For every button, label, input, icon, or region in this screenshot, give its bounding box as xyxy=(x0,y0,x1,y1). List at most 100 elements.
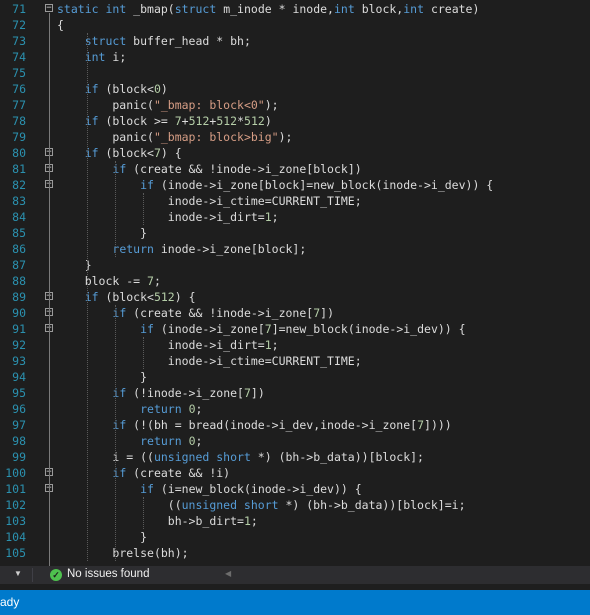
code-token: _bmap xyxy=(126,2,168,16)
code-token: 1 xyxy=(264,210,272,224)
code-line[interactable]: 74 int i; xyxy=(0,49,590,65)
code-token: inode-> xyxy=(57,194,217,208)
code-line[interactable]: 78 if (block >= 7+512+512*512) xyxy=(0,113,590,129)
code-line[interactable]: 72 { xyxy=(0,17,590,33)
code-line[interactable]: 91− if (inode->i_zone[7]=new_block(inode… xyxy=(0,321,590,337)
code-line[interactable]: 73 struct buffer_head * bh; xyxy=(0,33,590,49)
code-line[interactable]: 85 } xyxy=(0,225,590,241)
code-line[interactable]: 97 if (!(bh = bread(inode->i_dev,inode->… xyxy=(0,417,590,433)
code-token: =CURRENT_TIME; xyxy=(264,194,362,208)
code-token: i_zone xyxy=(195,386,238,400)
line-number: 78 xyxy=(12,114,26,128)
line-number: 86 xyxy=(12,242,26,256)
code-line[interactable]: 92 inode->i_dirt=1; xyxy=(0,337,590,353)
code-token: ; xyxy=(153,274,161,288)
code-line[interactable]: 87 } xyxy=(0,257,590,273)
line-number: 82 xyxy=(12,178,26,192)
code-token: ; xyxy=(271,210,279,224)
code-line[interactable]: 103 bh->b_dirt=1; xyxy=(0,513,590,529)
code-token: [block]; xyxy=(250,242,307,256)
code-line[interactable]: 95 if (!inode->i_zone[7]) xyxy=(0,385,590,401)
scope-dropdown-icon[interactable]: ▼ xyxy=(14,569,22,578)
code-line[interactable]: 93 inode->i_ctime=CURRENT_TIME; xyxy=(0,353,590,369)
line-number: 102 xyxy=(5,498,26,512)
code-line[interactable]: 88 block -= 7; xyxy=(0,273,590,289)
code-token: i_zone xyxy=(264,306,307,320)
indent-guide xyxy=(115,161,116,257)
scroll-left-icon[interactable]: ◀ xyxy=(225,569,231,578)
code-line[interactable]: 71 − static int _bmap(struct m_inode * ino… xyxy=(0,1,590,17)
code-line[interactable]: 86 return inode->i_zone[block]; xyxy=(0,241,590,257)
code-line[interactable]: 89− if (block<512) { xyxy=(0,289,590,305)
code-token: unsigned short xyxy=(153,450,251,464)
line-number: 95 xyxy=(12,386,26,400)
code-line[interactable]: 100− if (create && !i) xyxy=(0,465,590,481)
code-text: if (block >= 7+512+512*512) xyxy=(57,113,272,129)
code-token: if xyxy=(140,322,154,336)
code-line[interactable]: 101− if (i=new_block(inode->i_dev)) { xyxy=(0,481,590,497)
code-token: inode-> xyxy=(153,242,210,256)
collapse-icon[interactable]: − xyxy=(45,4,53,13)
code-token: (block< xyxy=(98,290,154,304)
code-token: } xyxy=(57,370,148,384)
code-token: "_bmap: block<0" xyxy=(153,98,265,112)
issues-status-text[interactable]: No issues found xyxy=(67,568,149,580)
code-text: if (inode->i_zone[block]=new_block(inode… xyxy=(57,177,493,193)
line-number: 93 xyxy=(12,354,26,368)
code-token: i; xyxy=(105,50,127,64)
code-token: (inode-> xyxy=(223,418,279,432)
code-token: static xyxy=(57,2,106,16)
code-token: 0 xyxy=(153,82,161,96)
code-line[interactable]: 94 } xyxy=(0,369,590,385)
code-token: ; xyxy=(195,434,203,448)
line-number: 89 xyxy=(12,290,26,304)
code-line[interactable]: 105 brelse(bh); xyxy=(0,545,590,561)
code-token: return xyxy=(112,242,154,256)
code-line[interactable]: 84 inode->i_dirt=1; xyxy=(0,209,590,225)
code-token: ); xyxy=(264,98,279,112)
code-line[interactable]: 104 } xyxy=(0,529,590,545)
code-line[interactable]: 79 panic("_bmap: block>big"); xyxy=(0,129,590,145)
code-token: unsigned short xyxy=(181,498,279,512)
code-token: ) xyxy=(160,82,168,96)
code-token: block, xyxy=(354,2,404,16)
code-line[interactable]: 77 panic("_bmap: block<0"); xyxy=(0,97,590,113)
code-token: ))[block]=i; xyxy=(382,498,466,512)
code-line[interactable]: 96 return 0; xyxy=(0,401,590,417)
code-line[interactable]: 76 if (block<0) xyxy=(0,81,590,97)
code-line[interactable]: 90− if (create && !inode->i_zone[7]) xyxy=(0,305,590,321)
code-token: brelse xyxy=(112,546,154,560)
code-token: i = (( xyxy=(57,450,154,464)
code-token: new_block xyxy=(181,482,244,496)
code-token: new_block xyxy=(285,322,348,336)
code-token: (inode-> xyxy=(153,178,217,192)
code-line[interactable]: 80− if (block<7) { xyxy=(0,145,590,161)
code-line[interactable]: 102 ((unsigned short *) (bh->b_data))[bl… xyxy=(0,497,590,513)
code-text: } xyxy=(57,529,147,545)
code-line[interactable]: 75 xyxy=(0,65,590,81)
code-token: ( xyxy=(167,2,175,16)
code-editor[interactable]: 71− static int _bmap(struct m_inode * ino… xyxy=(0,0,590,566)
code-line[interactable]: 82− if (inode->i_zone[block]=new_block(i… xyxy=(0,177,590,193)
code-line[interactable]: 99 i = ((unsigned short *) (bh->b_data))… xyxy=(0,449,590,465)
code-line[interactable]: 81− if (create && !inode->i_zone[block]) xyxy=(0,161,590,177)
line-number: 79 xyxy=(12,130,26,144)
line-number: 96 xyxy=(12,402,26,416)
code-token: i_zone xyxy=(368,418,411,432)
code-token: ) { xyxy=(174,290,196,304)
code-line[interactable]: 98 return 0; xyxy=(0,433,590,449)
code-line[interactable]: 83 inode->i_ctime=CURRENT_TIME; xyxy=(0,193,590,209)
code-token: (block< xyxy=(98,82,154,96)
code-text: inode->i_dirt=1; xyxy=(57,209,279,225)
code-token: (bh); xyxy=(153,546,189,560)
code-token: ]) xyxy=(250,386,265,400)
code-text: block -= 7; xyxy=(57,273,161,289)
line-number: 88 xyxy=(12,274,26,288)
code-token: (i= xyxy=(153,482,182,496)
